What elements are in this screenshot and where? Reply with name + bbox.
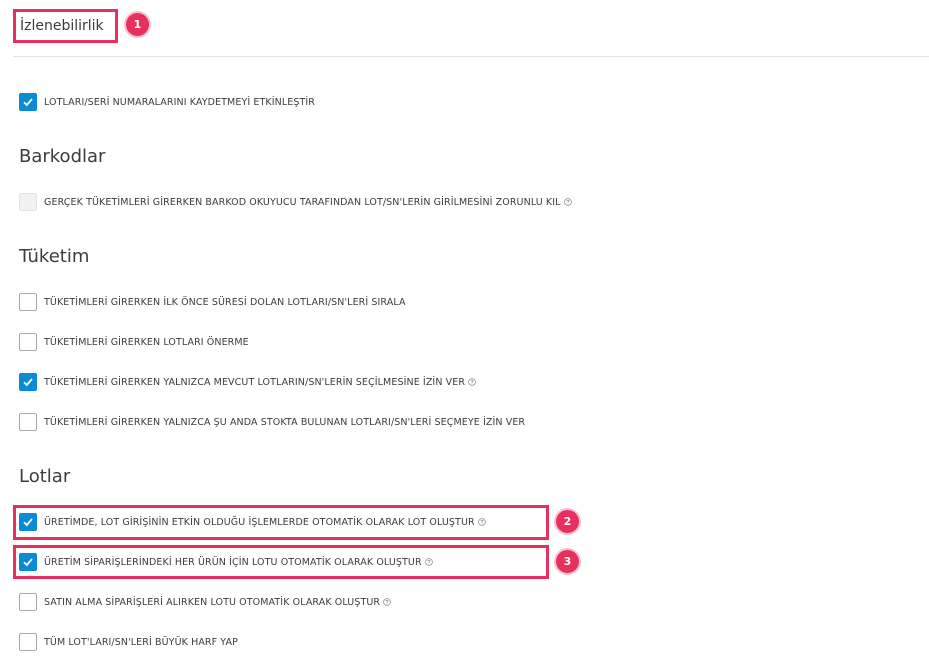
option-label: TÜM LOT'LARI/SN'LERİ BÜYÜK HARF YAP: [44, 636, 238, 648]
do-not-suggest-checkbox[interactable]: [19, 333, 37, 351]
option-label: GERÇEK TÜKETİMLERİ GİRERKEN BARKOD OKUYU…: [44, 196, 561, 208]
require-barcode-checkbox[interactable]: [19, 193, 37, 211]
check-icon: [23, 518, 33, 527]
page-title-highlight: İzlenebilirlik: [13, 9, 118, 43]
section-heading-barcodes: Barkodlar: [19, 146, 106, 167]
check-icon: [23, 558, 33, 567]
only-existing-checkbox[interactable]: [19, 373, 37, 391]
option-require-barcode-scanner[interactable]: GERÇEK TÜKETİMLERİ GİRERKEN BARKOD OKUYU…: [19, 192, 572, 212]
auto-create-lot-purchase-checkbox[interactable]: [19, 593, 37, 611]
option-label: TÜKETİMLERİ GİRERKEN İLK ÖNCE SÜRESİ DOL…: [44, 296, 406, 308]
option-only-existing-lots[interactable]: TÜKETİMLERİ GİRERKEN YALNIZCA MEVCUT LOT…: [19, 372, 476, 392]
annotation-badge-3: 3: [556, 550, 579, 573]
option-label: TÜKETİMLERİ GİRERKEN LOTLARI ÖNERME: [44, 336, 249, 348]
check-icon: [23, 378, 33, 387]
option-label: LOTLARI/SERİ NUMARALARINI KAYDETMEYİ ETK…: [44, 96, 315, 108]
question-circle-icon[interactable]: [383, 598, 391, 606]
section-heading-consumption: Tüketim: [19, 246, 90, 267]
check-icon: [23, 98, 33, 107]
question-circle-icon[interactable]: [468, 378, 476, 386]
option-auto-create-lot-production[interactable]: ÜRETİMDE, LOT GİRİŞİNİN ETKİN OLDUĞU İŞL…: [19, 512, 486, 532]
header-divider: [13, 56, 929, 57]
page-title: İzlenebilirlik: [20, 18, 104, 34]
option-auto-create-lot-per-product[interactable]: ÜRETİM SİPARİŞLERİNDEKİ HER ÜRÜN İÇİN LO…: [19, 552, 433, 572]
option-label: TÜKETİMLERİ GİRERKEN YALNIZCA ŞU ANDA ST…: [44, 416, 526, 428]
option-do-not-suggest-lots[interactable]: TÜKETİMLERİ GİRERKEN LOTLARI ÖNERME: [19, 332, 249, 352]
annotation-badge-1: 1: [126, 13, 149, 36]
annotation-badge-2: 2: [556, 510, 579, 533]
option-sort-expiring-first[interactable]: TÜKETİMLERİ GİRERKEN İLK ÖNCE SÜRESİ DOL…: [19, 292, 406, 312]
auto-create-lot-per-product-checkbox[interactable]: [19, 553, 37, 571]
question-circle-icon[interactable]: [563, 198, 572, 206]
option-auto-create-lot-purchase[interactable]: SATIN ALMA SİPARİŞLERİ ALIRKEN LOTU OTOM…: [19, 592, 391, 612]
option-enable-lot-serial[interactable]: LOTLARI/SERİ NUMARALARINI KAYDETMEYİ ETK…: [19, 92, 315, 112]
enable-lot-serial-checkbox[interactable]: [19, 93, 37, 111]
question-circle-icon[interactable]: [477, 518, 486, 526]
only-in-stock-checkbox[interactable]: [19, 413, 37, 431]
option-label: ÜRETİMDE, LOT GİRİŞİNİN ETKİN OLDUĞU İŞL…: [44, 516, 475, 528]
option-label: SATIN ALMA SİPARİŞLERİ ALIRKEN LOTU OTOM…: [44, 596, 381, 608]
question-circle-icon[interactable]: [424, 558, 433, 566]
sort-expiring-checkbox[interactable]: [19, 293, 37, 311]
option-label: ÜRETİM SİPARİŞLERİNDEKİ HER ÜRÜN İÇİN LO…: [44, 556, 422, 568]
option-only-in-stock-lots[interactable]: TÜKETİMLERİ GİRERKEN YALNIZCA ŞU ANDA ST…: [19, 412, 525, 432]
option-uppercase-lots[interactable]: TÜM LOT'LARI/SN'LERİ BÜYÜK HARF YAP: [19, 632, 238, 652]
uppercase-lots-checkbox[interactable]: [19, 633, 37, 651]
section-heading-lots: Lotlar: [19, 466, 71, 487]
option-label: TÜKETİMLERİ GİRERKEN YALNIZCA MEVCUT LOT…: [44, 376, 466, 388]
auto-create-lot-production-checkbox[interactable]: [19, 513, 37, 531]
